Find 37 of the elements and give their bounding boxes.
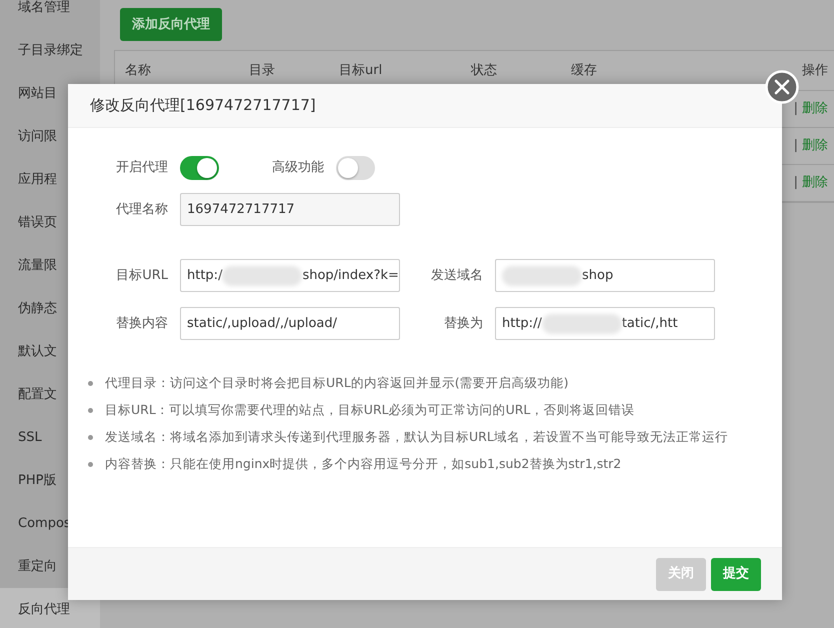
help-note: 内容替换：只能在使用nginx时提供，多个内容用逗号分开，如sub1,sub2替换为str1,str2: [105, 455, 622, 474]
bullet-icon: [88, 435, 93, 440]
add-proxy-button[interactable]: 添加反向代理: [120, 8, 222, 41]
column-header: 缓存: [571, 62, 598, 80]
bullet-icon: [88, 462, 93, 467]
column-header: 目录: [249, 62, 276, 80]
help-note: 发送域名：将域名添加到请求头传递到代理服务器，默认为目标URL域名，若设置不当可能导致无法正常运行: [105, 428, 728, 446]
toggle-switch[interactable]: [336, 156, 375, 180]
field-label: 替换内容: [115, 314, 168, 333]
separator: |: [794, 137, 798, 156]
separator: |: [794, 100, 798, 118]
column-header: 名称: [124, 62, 152, 80]
input-field[interactable]: shop: [495, 259, 715, 292]
column-header: 操作: [802, 62, 829, 80]
toggle-switch[interactable]: [180, 156, 219, 180]
column-header: 状态: [471, 62, 498, 80]
sidebar-item[interactable]: 子目录绑定: [0, 29, 100, 72]
field-label: 代理名称: [115, 200, 168, 219]
help-note: 代理目录：访问这个目录时将会把目标URL的内容返回并显示(需要开启高级功能): [105, 374, 569, 392]
dialog-title: 修改反向代理[1697472717717]: [68, 84, 782, 128]
input-field[interactable]: static/,upload/,/upload/: [180, 307, 400, 340]
sidebar-item[interactable]: 域名管理: [0, 0, 100, 29]
name-field[interactable]: 1697472717717: [180, 193, 400, 226]
toggle-label: 开启代理: [115, 159, 168, 178]
field-label: 目标URL: [115, 266, 168, 285]
submit-button[interactable]: 提交: [711, 558, 761, 590]
separator: |: [794, 174, 798, 192]
sidebar-item[interactable]: 反向代理: [0, 588, 100, 628]
column-header: 目标url: [339, 62, 384, 80]
bullet-icon: [88, 408, 93, 413]
help-note: 目标URL：可以填写你需要代理的站点，目标URL必须为可正常访问的URL，否则将返回错误: [105, 401, 634, 420]
input-field[interactable]: http:// tatic/,htt: [495, 307, 715, 340]
input-field[interactable]: http:/ shop/index?k=: [180, 259, 400, 292]
field-label: 发送域名: [430, 266, 483, 285]
field-label: 替换为: [443, 314, 483, 333]
toggle-label: 高级功能: [271, 159, 324, 178]
bullet-icon: [88, 381, 93, 386]
